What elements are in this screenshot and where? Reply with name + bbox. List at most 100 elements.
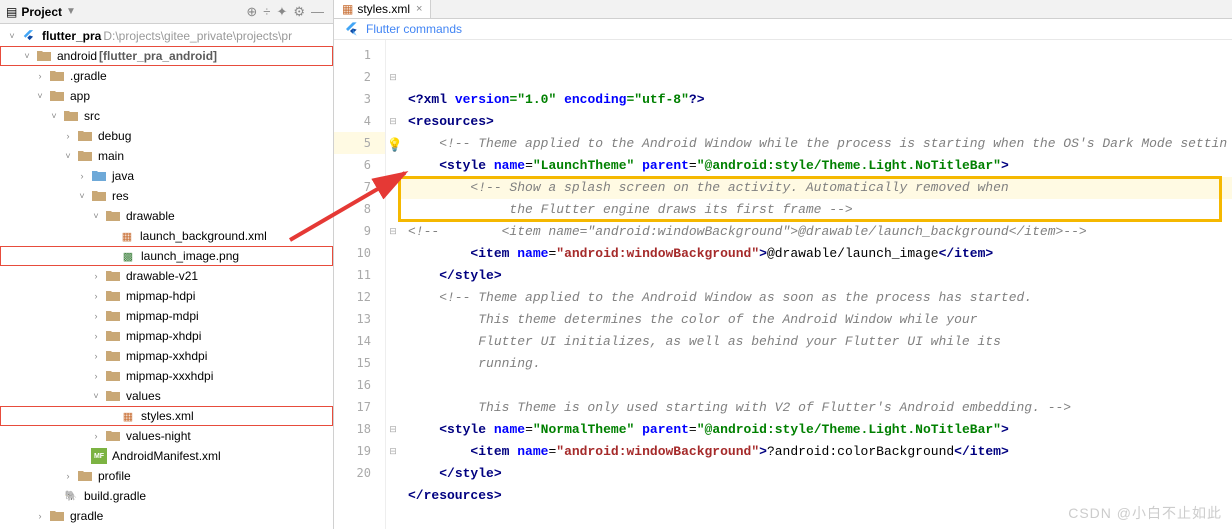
expand-arrow-icon[interactable]: › (90, 331, 102, 341)
tree-item-drawable[interactable]: ˅drawable (0, 206, 333, 226)
code-line[interactable]: <resources> (400, 111, 1232, 133)
expand-arrow-icon[interactable]: ˅ (90, 391, 102, 401)
chevron-down-icon[interactable]: ▼ (66, 6, 76, 17)
tree-item-androidmanifest-xml[interactable]: MFAndroidManifest.xml (0, 446, 333, 466)
code-line[interactable]: <item name="android:windowBackground">@d… (400, 243, 1232, 265)
tree-label: mipmap-xxxhdpi (126, 369, 213, 383)
code-view[interactable]: <?xml version="1.0" encoding="utf-8"?><r… (400, 40, 1232, 529)
project-title[interactable]: Project (21, 5, 62, 19)
code-line[interactable]: <!-- Theme applied to the Android Window… (400, 287, 1232, 309)
tree-item-profile[interactable]: ›profile (0, 466, 333, 486)
fold-marker[interactable] (386, 44, 400, 66)
fold-marker[interactable] (386, 330, 400, 352)
expand-arrow-icon[interactable]: ˅ (6, 31, 18, 41)
tree-item-android[interactable]: ˅android [flutter_pra_android] (0, 46, 333, 66)
target-icon[interactable]: ⊕ (246, 4, 257, 20)
fold-marker[interactable] (386, 396, 400, 418)
tree-item-launch-background-xml[interactable]: ▦launch_background.xml (0, 226, 333, 246)
expand-arrow-icon[interactable]: › (90, 351, 102, 361)
tree-item-values-night[interactable]: ›values-night (0, 426, 333, 446)
tree-item-flutter-pra[interactable]: ˅flutter_pra D:\projects\gitee_private\p… (0, 26, 333, 46)
fold-marker[interactable]: ⊟ (386, 440, 400, 462)
fold-marker[interactable] (386, 374, 400, 396)
code-line[interactable]: <?xml version="1.0" encoding="utf-8"?> (400, 89, 1232, 111)
tree-item-styles-xml[interactable]: ▦styles.xml (0, 406, 333, 426)
expand-arrow-icon[interactable]: › (90, 291, 102, 301)
fold-marker[interactable]: ⊟ (386, 110, 400, 132)
tree-item-values[interactable]: ˅values (0, 386, 333, 406)
star-icon[interactable]: ✦ (276, 4, 287, 20)
code-line[interactable]: <!-- Show a splash screen on the activit… (400, 177, 1232, 199)
tree-label: res (112, 189, 129, 203)
expand-arrow-icon[interactable]: › (90, 371, 102, 381)
fold-marker[interactable] (386, 308, 400, 330)
expand-arrow-icon[interactable]: › (62, 471, 74, 481)
flutter-icon (21, 28, 37, 44)
tree-item-build-gradle[interactable]: 🐘build.gradle (0, 486, 333, 506)
expand-arrow-icon[interactable]: ˅ (62, 151, 74, 161)
editor-area[interactable]: 12345💡67891011121314151617181920 ⊟⊟⊟⊟⊟ <… (334, 40, 1232, 529)
code-line[interactable]: </style> (400, 463, 1232, 485)
gear-icon[interactable]: ⚙ (293, 4, 305, 20)
code-line[interactable]: </style> (400, 265, 1232, 287)
expand-arrow-icon[interactable]: › (34, 511, 46, 521)
hide-icon[interactable]: — (311, 4, 324, 19)
code-line[interactable]: This Theme is only used starting with V2… (400, 397, 1232, 419)
expand-arrow-icon[interactable]: › (90, 311, 102, 321)
tree-item-mipmap-xxhdpi[interactable]: ›mipmap-xxhdpi (0, 346, 333, 366)
expand-arrow-icon[interactable]: ˅ (48, 111, 60, 121)
fold-marker[interactable] (386, 352, 400, 374)
tab-styles-xml[interactable]: ▦ styles.xml × (334, 0, 431, 18)
code-line[interactable]: Flutter UI initializes, as well as behin… (400, 331, 1232, 353)
tree-item-gradle[interactable]: ›gradle (0, 506, 333, 526)
expand-arrow-icon[interactable]: ˅ (21, 51, 33, 61)
tree-item-debug[interactable]: ›debug (0, 126, 333, 146)
fold-marker[interactable] (386, 264, 400, 286)
expand-arrow-icon[interactable]: › (76, 171, 88, 181)
expand-arrow-icon[interactable]: ˅ (90, 211, 102, 221)
tree-item--gradle[interactable]: ›.gradle (0, 66, 333, 86)
project-tree[interactable]: ˅flutter_pra D:\projects\gitee_private\p… (0, 24, 333, 529)
code-line[interactable]: the Flutter engine draws its first frame… (400, 199, 1232, 221)
fold-marker[interactable] (386, 198, 400, 220)
collapse-icon[interactable]: ÷ (263, 4, 270, 19)
expand-arrow-icon[interactable]: ˅ (34, 91, 46, 101)
expand-arrow-icon[interactable]: ˅ (76, 191, 88, 201)
fold-marker[interactable] (386, 154, 400, 176)
tree-item-main[interactable]: ˅main (0, 146, 333, 166)
tree-item-java[interactable]: ›java (0, 166, 333, 186)
expand-arrow-icon[interactable]: › (34, 71, 46, 81)
expand-arrow-icon[interactable]: › (90, 431, 102, 441)
fold-marker[interactable]: ⊟ (386, 66, 400, 88)
code-line[interactable]: <item name="android:windowBackground">?a… (400, 441, 1232, 463)
close-icon[interactable]: × (416, 3, 422, 15)
fold-marker[interactable] (386, 176, 400, 198)
tree-item-app[interactable]: ˅app (0, 86, 333, 106)
fold-marker[interactable] (386, 242, 400, 264)
tree-item-src[interactable]: ˅src (0, 106, 333, 126)
code-line[interactable]: <!-- <item name="android:windowBackgroun… (400, 221, 1232, 243)
code-line[interactable]: <style name="LaunchTheme" parent="@andro… (400, 155, 1232, 177)
fold-marker[interactable]: ⊟ (386, 220, 400, 242)
fold-marker[interactable]: ⊟ (386, 418, 400, 440)
fold-marker[interactable] (386, 286, 400, 308)
code-line[interactable]: This theme determines the color of the A… (400, 309, 1232, 331)
fold-marker[interactable] (386, 88, 400, 110)
tree-item-drawable-v21[interactable]: ›drawable-v21 (0, 266, 333, 286)
tree-item-mipmap-hdpi[interactable]: ›mipmap-hdpi (0, 286, 333, 306)
tree-item-launch-image-png[interactable]: ▩launch_image.png (0, 246, 333, 266)
expand-arrow-icon[interactable]: › (90, 271, 102, 281)
code-line[interactable] (400, 375, 1232, 397)
code-line[interactable]: running. (400, 353, 1232, 375)
fold-marker[interactable] (386, 462, 400, 484)
tree-item-mipmap-xxxhdpi[interactable]: › mipmap-xxxhdpi (0, 366, 333, 386)
tree-item-mipmap-mdpi[interactable]: ›mipmap-mdpi (0, 306, 333, 326)
tree-item-mipmap-xhdpi[interactable]: ›mipmap-xhdpi (0, 326, 333, 346)
folder-icon (91, 168, 107, 184)
code-line[interactable]: <style name="NormalTheme" parent="@andro… (400, 419, 1232, 441)
tab-label: styles.xml (357, 2, 410, 16)
tree-item-res[interactable]: ˅ res (0, 186, 333, 206)
code-line[interactable]: <!-- Theme applied to the Android Window… (400, 133, 1232, 155)
flutter-commands-bar[interactable]: Flutter commands (334, 19, 1232, 40)
expand-arrow-icon[interactable]: › (62, 131, 74, 141)
